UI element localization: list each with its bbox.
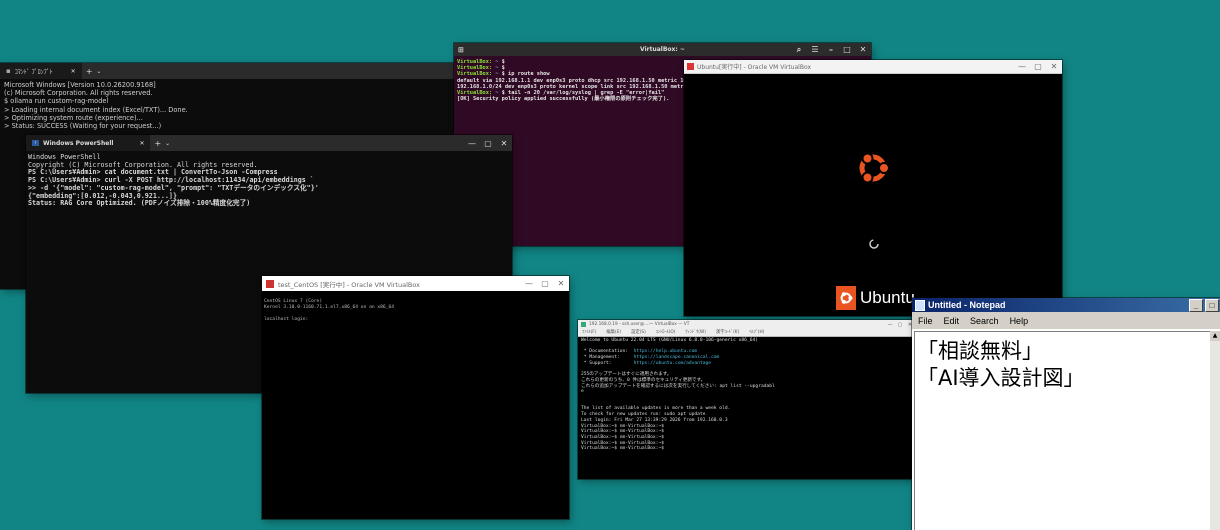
command-text: $ [498, 59, 505, 65]
close-button[interactable]: ✕ [855, 43, 871, 56]
powershell-tab-label: Windows PowerShell [43, 139, 114, 147]
menu-item[interactable]: 編集(E) [606, 329, 621, 336]
ubuntu-vm-window[interactable]: Ubuntu[実行中] - Oracle VM VirtualBox — ▢ ✕… [684, 60, 1062, 316]
minimize-button[interactable]: _ [1189, 299, 1203, 312]
command-text: $ ip route show [498, 71, 550, 78]
tab-close-icon[interactable]: ✕ [71, 68, 76, 75]
vertical-scrollbar[interactable]: ▲ [1210, 331, 1220, 530]
notepad-title: Untitled - Notepad [928, 300, 1006, 310]
prompt-user: VirtualBox: [457, 71, 493, 78]
close-button[interactable]: ✕ [496, 135, 512, 151]
powershell-tab[interactable]: › Windows PowerShell ✕ [26, 135, 151, 151]
chevron-down-icon[interactable]: ⌄ [96, 68, 101, 75]
powershell-title-bar[interactable]: › Windows PowerShell ✕ + ⌄ — ▢ ✕ [26, 135, 512, 151]
loading-spinner-icon [869, 239, 879, 249]
menu-item[interactable]: ｺﾝﾄﾛｰﾙ(O) [656, 329, 676, 336]
maximize-button[interactable]: ▢ [480, 135, 496, 151]
maximize-button[interactable]: ▢ [895, 320, 905, 329]
virtualbox-icon [687, 63, 694, 70]
minimize-button[interactable]: — [1014, 60, 1030, 73]
ubuntu-logo-icon [859, 152, 890, 184]
notepad-icon [915, 299, 925, 311]
cmd-title-bar[interactable]: ▪ ｺﾏﾝﾄﾞ ﾌﾟﾛﾝﾌﾟﾄ ✕ + ⌄ — ▢ ✕ [0, 63, 505, 79]
console-line: Status: RAG Core Optimized. (PDFノイズ排除・10… [28, 199, 251, 208]
maximize-button[interactable]: ▢ [537, 276, 553, 291]
ssh-window-title: 192.168.0.19 - ssh.user@...:~ VirtualBox… [589, 322, 690, 327]
ssh-menu-bar: ﾌｧｲﾙ(F) 編集(E) 設定(S) ｺﾝﾄﾛｰﾙ(O) ｳｨﾝﾄﾞｳ(W) … [578, 329, 915, 337]
centos-vm-window[interactable]: test_CentOS [実行中] - Oracle VM VirtualBox… [262, 276, 569, 519]
ubuntu-vm-title: Ubuntu[実行中] - Oracle VM VirtualBox [697, 64, 812, 71]
prompt-user: VirtualBox: [457, 59, 493, 65]
scroll-up-icon[interactable]: ▲ [1210, 331, 1220, 341]
cmd-tab-label: ｺﾏﾝﾄﾞ ﾌﾟﾛﾝﾌﾟﾄ [14, 68, 53, 76]
notepad-menu-bar: File Edit Search Help [912, 312, 1220, 329]
centos-console[interactable]: CentOS Linux 7 (Core) Kernel 3.10.0-1160.… [262, 291, 569, 519]
ubuntu-vm-title-bar[interactable]: Ubuntu[実行中] - Oracle VM VirtualBox — ▢ ✕ [684, 60, 1062, 74]
login-prompt[interactable]: localhost login: [264, 317, 567, 323]
menu-search[interactable]: Search [970, 316, 999, 326]
command-text: $ [498, 65, 505, 72]
ubuntu-badge-icon [836, 286, 856, 310]
menu-icon[interactable]: ☰ [807, 43, 823, 56]
notepad-window[interactable]: Untitled - Notepad _ □ File Edit Search … [912, 298, 1220, 530]
minimize-button[interactable]: — [885, 320, 895, 329]
close-button[interactable]: ✕ [1046, 60, 1062, 73]
centos-vm-title: test_CentOS [実行中] - Oracle VM VirtualBox [278, 280, 420, 289]
console-line: > Status: SUCCESS (Waiting for your requ… [4, 122, 162, 131]
menu-item[interactable]: ﾍﾙﾌﾟ(H) [749, 329, 764, 336]
console-line: Microsoft Windows [Version 10.0.26200.91… [4, 81, 156, 89]
menu-item[interactable]: 漢字ｺｰﾄﾞ(K) [716, 329, 739, 336]
ssh-console[interactable]: Welcome to Ubuntu 22.04 LTS (GNU/Linux 6… [578, 337, 915, 479]
minimize-button[interactable]: — [521, 276, 537, 291]
new-tab-button[interactable]: + [82, 67, 97, 76]
console-output: 255のアップデートはすぐに適用されます。 これらの更新のうち、0 件は標準のセ… [581, 372, 775, 452]
ubuntu-brand: Ubuntu [836, 286, 915, 310]
ubuntu-wordmark: Ubuntu [860, 288, 915, 307]
menu-edit[interactable]: Edit [944, 316, 960, 326]
maximize-button[interactable]: □ [1205, 299, 1219, 312]
virtualbox-icon [266, 279, 274, 288]
maximize-button[interactable]: □ [839, 43, 855, 56]
powershell-icon: › [32, 140, 39, 146]
link-label: * Documentation: [581, 349, 634, 355]
chevron-down-icon[interactable]: ⌄ [165, 140, 170, 147]
notepad-title-bar[interactable]: Untitled - Notepad _ □ [912, 298, 1220, 312]
text-line: 「AI導入設計図」 [917, 366, 1085, 390]
menu-item[interactable]: ﾌｧｲﾙ(F) [582, 329, 596, 336]
close-button[interactable]: ✕ [553, 276, 569, 291]
minimize-button[interactable]: — [464, 135, 480, 151]
tab-close-icon[interactable]: ✕ [139, 140, 144, 147]
search-icon[interactable]: ⌕ [791, 43, 807, 56]
menu-help[interactable]: Help [1010, 316, 1029, 326]
minimize-button[interactable]: – [823, 43, 839, 56]
link-label: * Management: [581, 355, 634, 361]
documentation-link[interactable]: https://help.ubuntu.com [634, 349, 698, 354]
console-line: $ ollama run custom-rag-model [4, 97, 109, 106]
terminal-app-icon [581, 322, 586, 327]
new-tab-button[interactable]: + [150, 139, 165, 148]
console-line: > Loading internal document index (Excel… [4, 105, 188, 114]
management-link[interactable]: https://landscape.canonical.com [634, 355, 720, 360]
menu-item[interactable]: 設定(S) [631, 329, 646, 336]
menu-item[interactable]: ｳｨﾝﾄﾞｳ(W) [685, 329, 706, 336]
prompt-user: VirtualBox: [457, 65, 493, 72]
menu-file[interactable]: File [918, 316, 933, 326]
maximize-button[interactable]: ▢ [1030, 60, 1046, 73]
link-label: * Support: [581, 360, 634, 366]
text-line: 「相談無料」 [917, 339, 1043, 363]
console-line: > Optimizing system route (experience)..… [4, 113, 143, 122]
cmd-tab[interactable]: ▪ ｺﾏﾝﾄﾞ ﾌﾟﾛﾝﾌﾟﾄ ✕ [0, 63, 82, 79]
ubuntu-terminal-title-bar[interactable]: ⊞ VirtualBox: ~ ⌕ ☰ – □ ✕ [454, 43, 871, 56]
support-link[interactable]: https://ubuntu.com/advantage [634, 361, 711, 366]
cmd-tab-icon: ▪ [6, 67, 11, 75]
centos-vm-title-bar[interactable]: test_CentOS [実行中] - Oracle VM VirtualBox… [262, 276, 569, 291]
console-line: (c) Microsoft Corporation. All rights re… [4, 89, 153, 98]
ssh-terminal-window[interactable]: 192.168.0.19 - ssh.user@...:~ VirtualBox… [578, 320, 915, 479]
ssh-title-bar[interactable]: 192.168.0.19 - ssh.user@...:~ VirtualBox… [578, 320, 915, 329]
notepad-text-area[interactable]: 「相談無料」 「AI導入設計図」 [914, 331, 1210, 530]
